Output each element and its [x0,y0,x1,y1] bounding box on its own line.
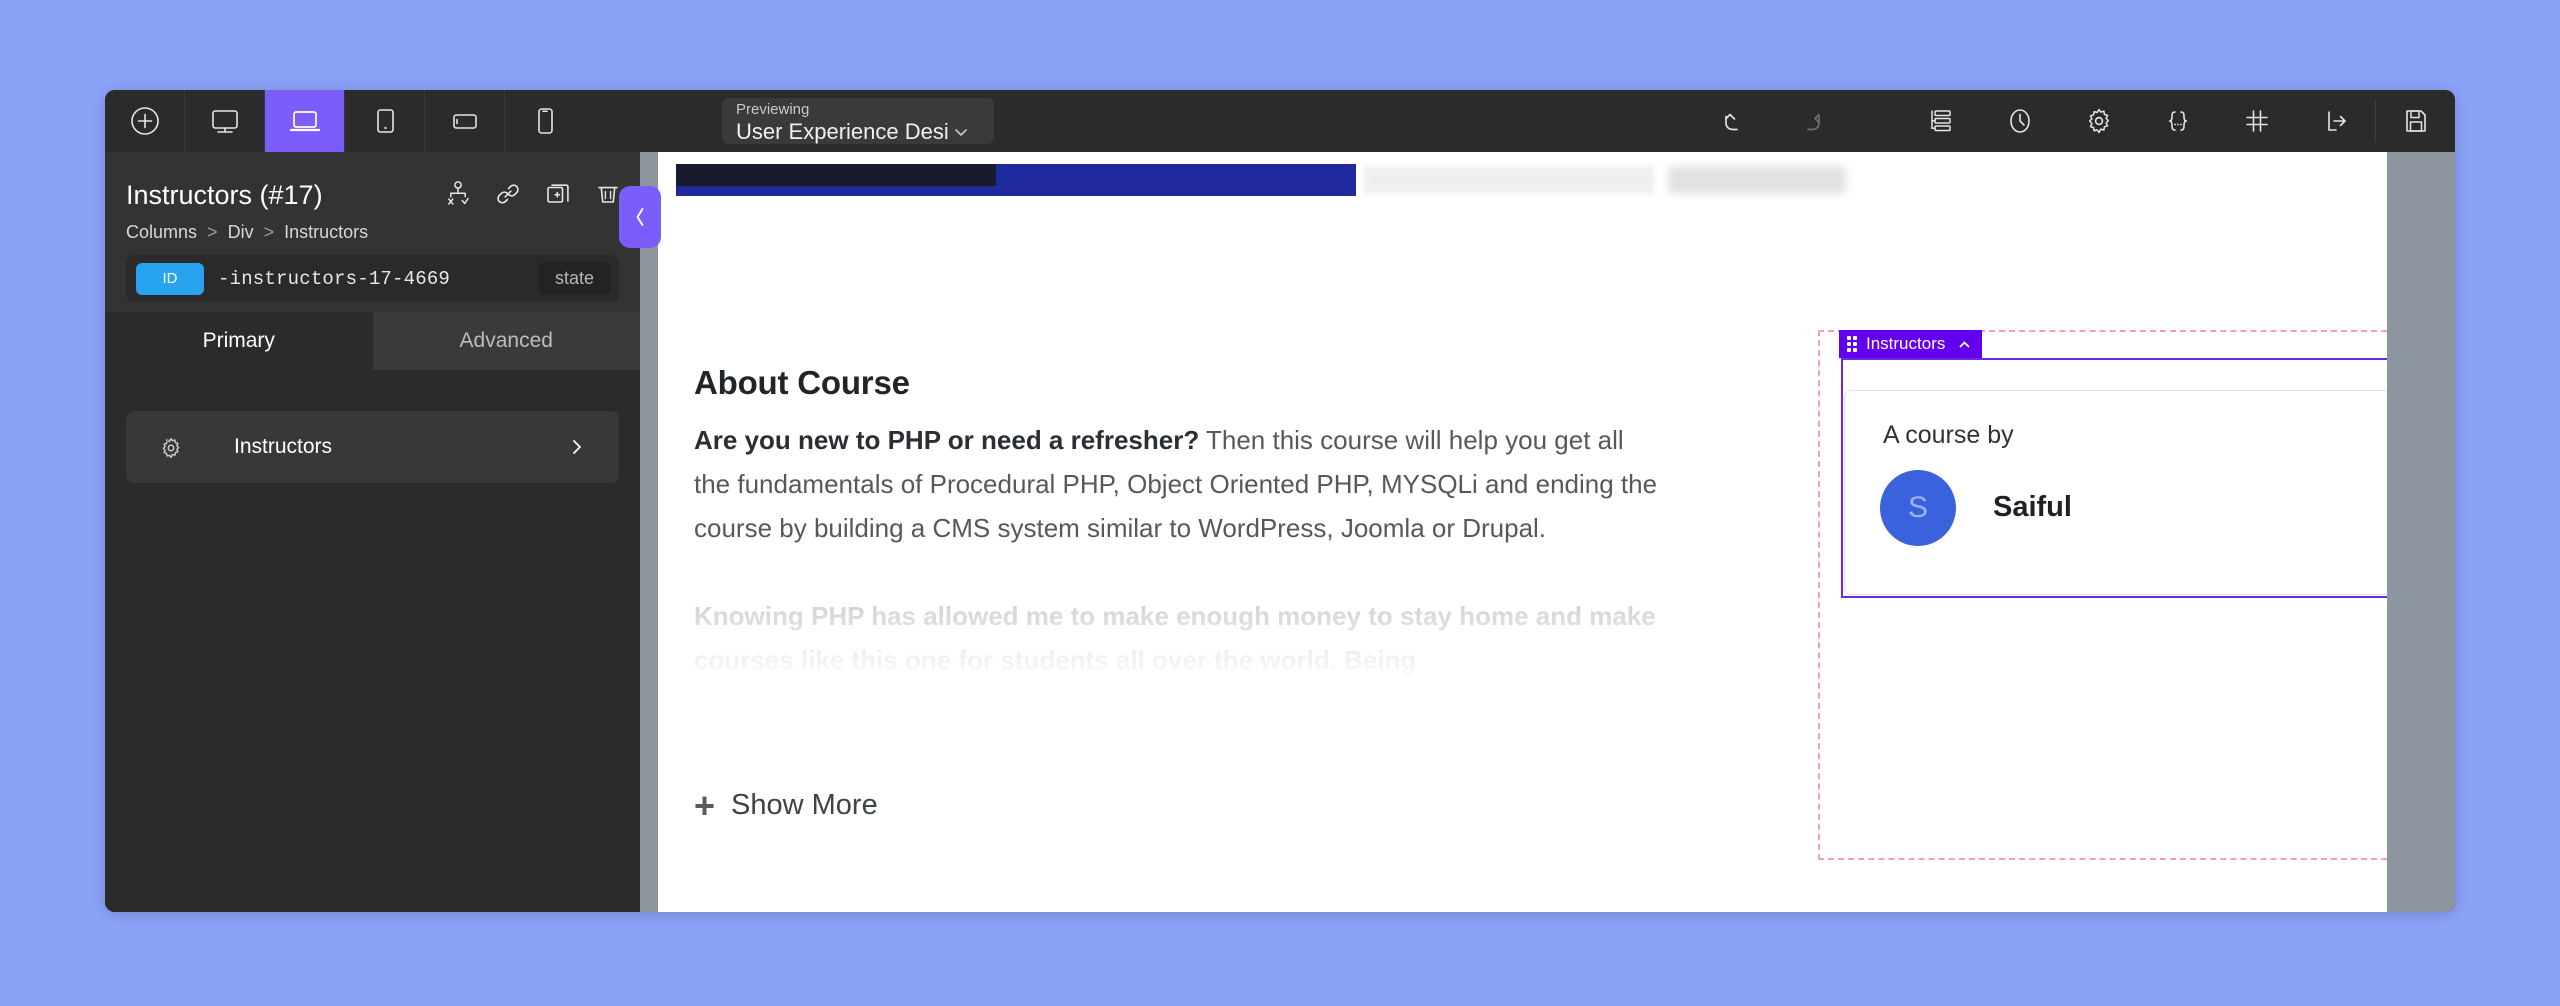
device-desktop-button[interactable] [185,90,265,152]
instructors-badge-label: Instructors [1866,334,1946,353]
tablet-landscape-icon [452,114,477,129]
breadcrumb-item-columns[interactable]: Columns [126,222,197,242]
about-course-lead: Are you new to PHP or need a refresher? [694,425,1200,455]
redo-button[interactable] [1772,90,1851,152]
toolbar-right-actions [1693,90,2455,152]
page-canvas[interactable]: About Course Are you new to PHP or need … [658,152,2421,912]
plus-icon: + [694,784,716,826]
panel-body: Instructors [105,370,640,912]
chevron-right-icon [573,440,581,454]
properties-panel: Instructors (#17) Columns > Div > Instru… [105,152,640,912]
chevron-left-icon [636,208,644,226]
exit-button[interactable] [2296,90,2375,152]
preview-value: User Experience Desig [736,119,948,144]
plus-circle-icon [130,107,159,135]
canvas-gutter [640,152,658,912]
about-course-paragraph: Are you new to PHP or need a refresher? … [694,418,1659,550]
undo-icon [1724,113,1738,131]
undo-button[interactable] [1693,90,1772,152]
code-braces-icon [2168,111,2187,131]
chevron-down-icon [955,129,967,136]
grid-icon [2245,110,2268,132]
banner-fragment-gray-2 [1668,166,1846,194]
add-element-button[interactable] [105,90,185,152]
show-more-button[interactable]: + Show More [694,784,878,826]
toolbar-gap [1851,90,1901,152]
course-by-label: A course by [1883,421,2014,449]
panel-tabs: Primary Advanced [105,312,640,370]
about-course-heading: About Course [694,364,910,401]
link-icon[interactable] [494,180,522,208]
drag-handle-icon[interactable] [1847,336,1857,352]
panel-header: Instructors (#17) Columns > Div > Instru… [105,152,640,312]
duplicate-icon[interactable] [544,180,572,208]
avatar: S [1880,470,1956,546]
preview-page-select[interactable]: Previewing User Experience Desig [722,98,994,144]
mobile-icon [537,108,553,134]
banner-fragment-dark [676,164,996,186]
code-button[interactable] [2138,90,2217,152]
id-value-input[interactable]: -instructors-17-4669 [218,268,450,290]
settings-button[interactable] [2059,90,2138,152]
id-badge[interactable]: ID [136,262,204,295]
monitor-icon [211,110,238,133]
layers-icon [1930,110,1951,132]
property-row-label: Instructors [234,435,333,458]
collapse-panel-handle[interactable] [619,186,661,248]
instructors-widget-badge[interactable]: Instructors [1839,330,1983,358]
redo-icon [1806,113,1820,131]
delete-icon[interactable] [594,180,622,208]
chevron-up-icon[interactable] [1957,337,1972,352]
element-id-row: ID -instructors-17-4669 state [126,255,619,302]
save-disk-icon [2405,110,2426,132]
clock-icon [2009,109,2030,133]
move-to-icon[interactable] [444,180,472,208]
device-tablet-portrait-button[interactable] [345,90,425,152]
breadcrumb-item-div[interactable]: Div [228,222,254,242]
instructor-name: Saiful [1993,491,2072,523]
tab-advanced[interactable]: Advanced [372,312,640,370]
state-button[interactable]: state [537,262,611,295]
instructor-card[interactable]: A course by S Saiful [1844,390,2421,595]
banner-fragment-gray-1 [1364,166,1654,194]
property-row-instructors[interactable]: Instructors [126,411,619,483]
save-button[interactable] [2376,90,2455,152]
tab-primary[interactable]: Primary [105,312,373,370]
gear-icon [2088,108,2109,134]
breadcrumb-item-instructors[interactable]: Instructors [284,222,368,242]
layers-button[interactable] [1901,90,1980,152]
laptop-icon [289,111,320,132]
breadcrumb-separator: > [207,222,218,242]
panel-action-buttons [444,180,622,208]
top-toolbar: Previewing User Experience Desig [105,90,2455,152]
breadcrumb-separator: > [263,222,275,242]
exit-icon [2327,111,2346,131]
canvas-scrollbar[interactable] [2387,152,2421,912]
device-mobile-button[interactable] [505,90,584,152]
device-laptop-button[interactable] [265,90,345,152]
canvas-area: About Course Are you new to PHP or need … [640,152,2455,912]
tablet-portrait-icon [376,109,394,133]
preview-label: Previewing [736,101,810,118]
gear-icon [162,437,180,459]
avatar-initial: S [1907,491,1928,524]
panel-title: Instructors (#17) [126,180,323,210]
app-window: Previewing User Experience Desig Instruc… [105,90,2455,912]
about-course-faded-text: Knowing PHP has allowed me to make enoug… [694,601,1656,675]
breadcrumb: Columns > Div > Instructors [126,222,368,243]
grid-button[interactable] [2217,90,2296,152]
show-more-label: Show More [731,789,878,821]
history-button[interactable] [1980,90,2059,152]
device-tablet-landscape-button[interactable] [425,90,505,152]
